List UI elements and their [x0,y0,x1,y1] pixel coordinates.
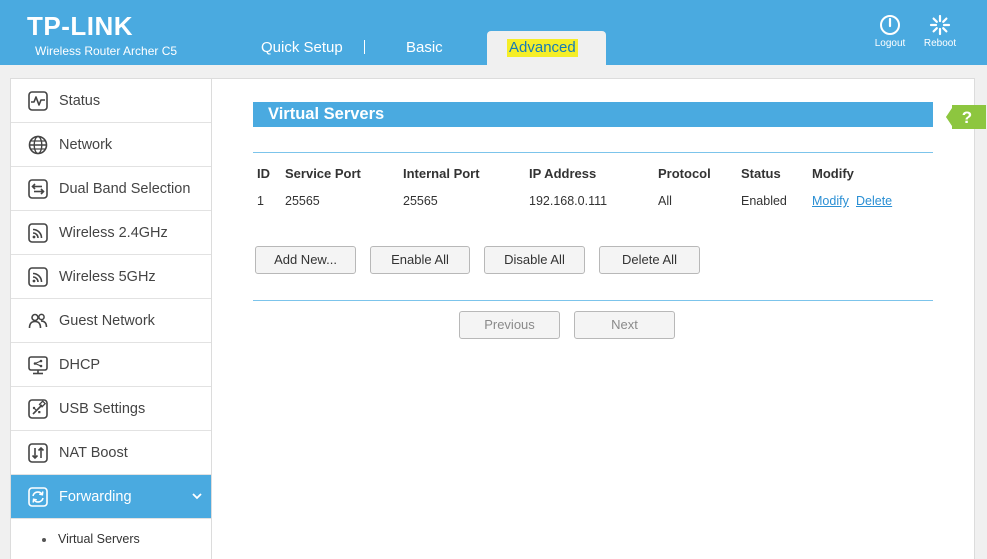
sidebar-item-label: Forwarding [59,489,132,505]
cell-internal-port: 25565 [403,194,438,208]
sidebar-subitem-virtual-servers[interactable]: Virtual Servers [11,520,211,559]
previous-button[interactable]: Previous [459,311,560,339]
sidebar-item-nat-boost[interactable]: NAT Boost [11,431,211,475]
nav-divider [364,40,365,54]
reboot-label: Reboot [923,38,957,49]
delete-link[interactable]: Delete [856,193,892,209]
add-new-button[interactable]: Add New... [255,246,356,274]
reboot-icon [929,14,951,36]
sidebar-item-dual-band-selection[interactable]: Dual Band Selection [11,167,211,211]
sidebar-item-guest-network[interactable]: Guest Network [11,299,211,343]
sidebar-item-label: Dual Band Selection [59,181,191,197]
cell-service-port: 25565 [285,194,320,208]
router-model: Wireless Router Archer C5 [35,44,178,58]
brand-logo: TP-LINK [27,11,134,41]
sidebar-item-label: Wireless 5GHz [59,269,156,285]
enable-all-button[interactable]: Enable All [370,246,470,274]
sidebar-subitem-label: Virtual Servers [58,532,140,546]
sidebar-item-dhcp[interactable]: DHCP [11,343,211,387]
page-title: Virtual Servers [268,105,385,123]
sidebar-item-wireless-5ghz[interactable]: Wireless 5GHz [11,255,211,299]
power-icon [880,15,900,35]
sidebar-item-forwarding[interactable]: Forwarding [11,475,211,519]
col-header-modify: Modify [812,166,854,181]
col-header-status: Status [741,166,781,181]
col-header-internal-port: Internal Port [403,166,480,181]
main-panel: Virtual Servers ? ID Service Port Intern… [212,78,986,559]
chevron-down-icon [192,493,202,500]
nat-boost-icon [28,443,48,463]
logout-button[interactable]: Logout [870,14,910,49]
sidebar-item-label: Wireless 2.4GHz [59,225,168,241]
bullet-icon [42,538,46,542]
divider [253,152,933,153]
svg-text:?: ? [962,108,972,127]
usb-icon [28,399,48,419]
cell-protocol: All [658,194,672,208]
sidebar-item-label: NAT Boost [59,445,128,461]
col-header-protocol: Protocol [658,166,711,181]
disable-all-button[interactable]: Disable All [484,246,585,274]
forwarding-icon [28,487,48,507]
sidebar: Status Network Dual Band Selection Wirel… [10,78,212,559]
col-header-ip-address: IP Address [529,166,597,181]
dual-band-icon [28,179,48,199]
wireless-icon [28,267,48,287]
sidebar-item-label: Guest Network [59,313,155,329]
tab-basic[interactable]: Basic [406,38,443,58]
col-header-service-port: Service Port [285,166,361,181]
wireless-icon [28,223,48,243]
status-icon [28,91,48,111]
cell-ip-address: 192.168.0.111 [529,194,608,208]
sidebar-item-wireless-2-4ghz[interactable]: Wireless 2.4GHz [11,211,211,255]
globe-icon [28,135,48,155]
sidebar-item-usb-settings[interactable]: USB Settings [11,387,211,431]
next-button[interactable]: Next [574,311,675,339]
tab-quick-setup[interactable]: Quick Setup [261,38,343,58]
sidebar-item-label: USB Settings [59,401,146,417]
divider [253,300,933,301]
logout-label: Logout [874,38,906,49]
modify-link[interactable]: Modify [812,193,849,209]
top-header: TP-LINK Wireless Router Archer C5 Quick … [0,0,987,65]
col-header-id: ID [257,166,270,181]
cell-id: 1 [257,194,264,208]
tab-advanced[interactable]: Advanced [487,31,606,65]
dhcp-icon [28,356,48,375]
delete-all-button[interactable]: Delete All [599,246,700,274]
tab-advanced-label: Advanced [507,39,578,57]
guest-icon [28,313,48,329]
sidebar-item-label: Network [59,137,113,153]
reboot-button[interactable]: Reboot [920,14,960,49]
section-header: Virtual Servers [253,102,933,127]
sidebar-item-network[interactable]: Network [11,123,211,167]
sidebar-item-status[interactable]: Status [11,79,211,123]
help-icon[interactable]: ? [946,104,986,130]
cell-status: Enabled [741,194,787,208]
sidebar-item-label: Status [59,93,101,109]
sidebar-item-label: DHCP [59,357,101,373]
